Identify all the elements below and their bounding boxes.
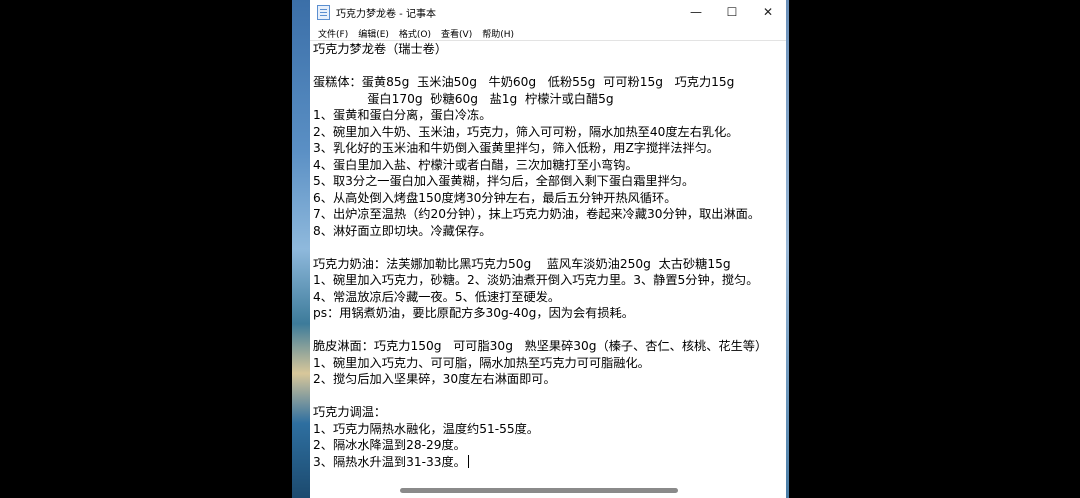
- desktop-wallpaper-left: [292, 0, 310, 498]
- minimize-button[interactable]: —: [678, 0, 714, 24]
- text-line: 1、巧克力隔热水融化，温度约51-55度。: [313, 421, 539, 436]
- text-line: 蛋糕体：蛋黄85g 玉米油50g 牛奶60g 低粉55g 可可粉15g 巧克力1…: [313, 75, 735, 89]
- menu-edit[interactable]: 编辑(E): [353, 27, 394, 40]
- text-line: 2、隔冰水降温到28-29度。: [313, 438, 466, 452]
- text-line: 巧克力调温：: [313, 405, 387, 419]
- notepad-icon: [317, 4, 330, 20]
- text-area[interactable]: 巧克力梦龙卷（瑞士卷） 蛋糕体：蛋黄85g 玉米油50g 牛奶60g 低粉55g …: [310, 40, 786, 498]
- text-line: [313, 58, 786, 75]
- text-line: 巧克力梦龙卷（瑞士卷）: [313, 42, 448, 56]
- text-line: 4、蛋白里加入盐、柠檬汁或者白醋，三次加糖打至小弯钩。: [313, 157, 638, 172]
- text-line: 巧克力奶油：法芙娜加勒比黑巧克力50g 蓝风车淡奶油250g 太古砂糖15g: [313, 256, 731, 271]
- text-line: 2、搅匀后加入坚果碎，30度左右淋面即可。: [313, 372, 556, 386]
- text-line: 1、碗里加入巧克力，砂糖。2、淡奶油煮开倒入巧克力里。3、静置5分钟，搅匀。: [313, 273, 759, 287]
- text-line: [313, 239, 786, 256]
- text-line: [313, 322, 786, 339]
- text-line: 蛋白170g 砂糖60g 盐1g 柠檬汁或白醋5g: [313, 91, 614, 106]
- text-line: 5、取3分之一蛋白加入蛋黄糊，拌匀后，全部倒入剩下蛋白霜里拌匀。: [313, 174, 695, 188]
- text-line: 6、从高处倒入烤盘150度烤30分钟左右，最后五分钟开热风循环。: [313, 190, 677, 205]
- title-bar[interactable]: 巧克力梦龙卷 - 记事本 — ☐ ✕: [310, 0, 786, 24]
- menu-help[interactable]: 帮助(H): [477, 27, 519, 40]
- text-line: 3、乳化好的玉米油和牛奶倒入蛋黄里拌匀，筛入低粉，用Z字搅拌法拌匀。: [313, 141, 720, 155]
- text-line: 1、碗里加入巧克力、可可脂，隔水加热至巧克力可可脂融化。: [313, 355, 650, 370]
- menu-format[interactable]: 格式(O): [394, 27, 436, 40]
- desktop-wallpaper-right: [786, 0, 789, 498]
- text-line: 3、隔热水升温到31-33度。: [313, 454, 786, 471]
- text-line: 8、淋好面立即切块。冷藏保存。: [313, 223, 492, 238]
- text-line: [313, 388, 786, 405]
- menu-file[interactable]: 文件(F): [313, 27, 353, 40]
- horizontal-scrollbar[interactable]: [310, 484, 786, 498]
- text-caret: [467, 454, 469, 468]
- text-line: 脆皮淋面：巧克力150g 可可脂30g 熟坚果碎30g（榛子、杏仁、核桃、花生等…: [313, 339, 768, 353]
- close-button[interactable]: ✕: [750, 0, 786, 24]
- menu-view[interactable]: 查看(V): [436, 27, 477, 40]
- text-line: 1、蛋黄和蛋白分离，蛋白冷冻。: [313, 108, 492, 122]
- text-line: 4、常温放凉后冷藏一夜。5、低速打至硬发。: [313, 289, 561, 304]
- text-line: ps：用锅煮奶油，要比原配方多30g-40g，因为会有损耗。: [313, 306, 634, 320]
- notepad-window: 巧克力梦龙卷 - 记事本 — ☐ ✕ 文件(F) 编辑(E) 格式(O) 查看(…: [310, 0, 786, 498]
- text-editor[interactable]: 巧克力梦龙卷（瑞士卷） 蛋糕体：蛋黄85g 玉米油50g 牛奶60g 低粉55g …: [313, 41, 786, 484]
- maximize-button[interactable]: ☐: [714, 0, 750, 24]
- text-line: 7、出炉凉至温热（约20分钟），抹上巧克力奶油，卷起来冷藏30分钟，取出淋面。: [313, 207, 761, 221]
- text-line: 2、碗里加入牛奶、玉米油，巧克力，筛入可可粉，隔水加热至40度左右乳化。: [313, 124, 739, 139]
- window-title: 巧克力梦龙卷 - 记事本: [336, 8, 436, 20]
- scrollbar-thumb[interactable]: [400, 488, 678, 493]
